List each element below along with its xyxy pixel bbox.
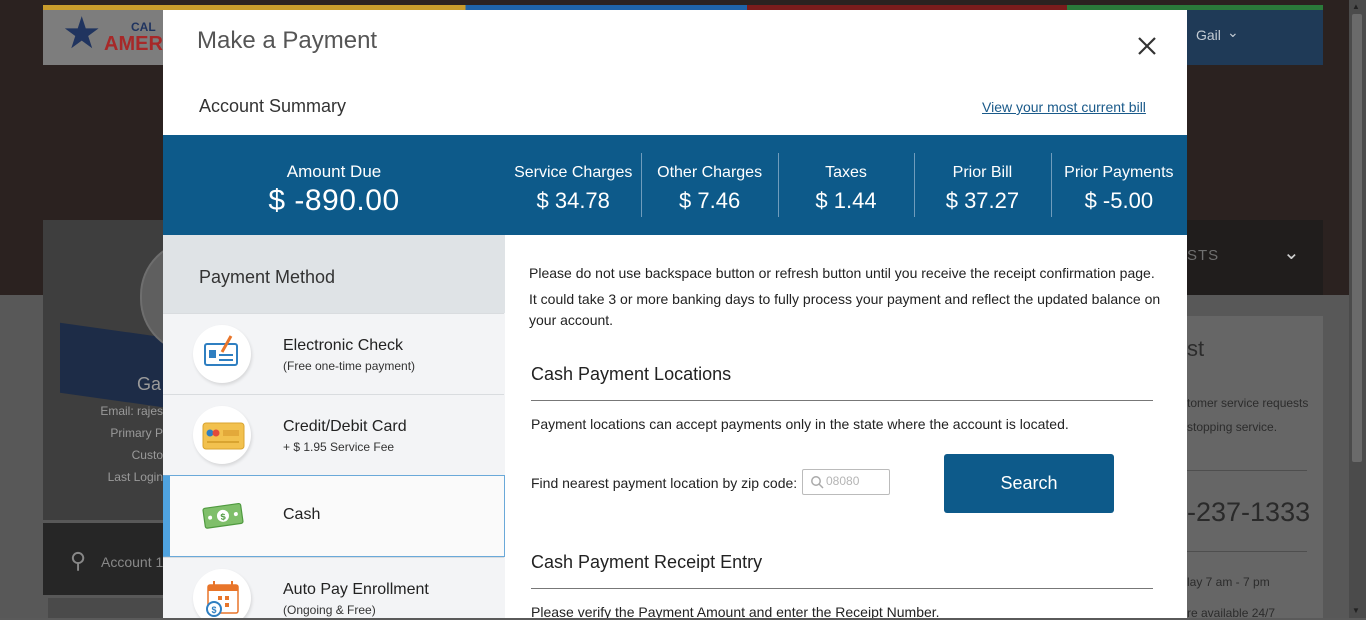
charge-value: $ 1.44 bbox=[815, 188, 877, 213]
scrollbar-thumb[interactable] bbox=[1352, 14, 1362, 462]
modal-title: Make a Payment bbox=[197, 27, 378, 54]
charge-value: $ -5.00 bbox=[1084, 188, 1154, 213]
notice-line: Please do not use backspace button or re… bbox=[529, 265, 1155, 281]
amount-due-value: $ -890.00 bbox=[268, 184, 400, 217]
contact-line-2: stopping service. bbox=[1187, 420, 1278, 434]
cash-icon: $ bbox=[193, 487, 251, 545]
charge-taxes: Taxes $ 1.44 bbox=[777, 135, 914, 235]
divider bbox=[1187, 551, 1307, 552]
contact-card-title: st bbox=[1187, 336, 1205, 361]
method-credit-card[interactable]: Credit/Debit Card + $ 1.95 Service Fee bbox=[163, 394, 504, 475]
zip-input[interactable] bbox=[826, 474, 886, 488]
amount-due-label: Amount Due bbox=[286, 162, 382, 181]
search-icon bbox=[811, 476, 824, 489]
check-icon bbox=[193, 325, 251, 383]
star-logo-icon: ★ bbox=[62, 9, 102, 58]
method-name: Electronic Check bbox=[283, 337, 404, 354]
chevron-down-icon[interactable]: ⌄ bbox=[1283, 240, 1300, 265]
calendar-icon: $ bbox=[193, 569, 251, 618]
charge-other: Other Charges $ 7.46 bbox=[641, 135, 777, 235]
method-name: Cash bbox=[283, 506, 321, 523]
charge-label: Prior Payments bbox=[1064, 164, 1174, 181]
view-bill-link[interactable]: View your most current bill bbox=[982, 99, 1146, 115]
svg-text:$: $ bbox=[211, 605, 216, 615]
charge-label: Prior Bill bbox=[952, 164, 1013, 181]
method-sub: + $ 1.95 Service Fee bbox=[283, 440, 395, 454]
zip-label: Find nearest payment location by zip cod… bbox=[531, 475, 798, 491]
active-indicator bbox=[163, 476, 170, 556]
close-icon[interactable] bbox=[1133, 32, 1161, 60]
profile-last-login: Last Login bbox=[107, 470, 163, 484]
method-autopay[interactable]: $ Auto Pay Enrollment (Ongoing & Free) bbox=[163, 557, 504, 618]
contact-phone[interactable]: -237-1333 bbox=[1187, 497, 1310, 528]
profile-customer: Custo bbox=[131, 448, 163, 462]
method-sub: (Ongoing & Free) bbox=[283, 603, 376, 617]
charge-value: $ 34.78 bbox=[536, 188, 610, 213]
logo-text-top: CAL bbox=[131, 20, 156, 34]
scroll-down-icon[interactable]: ▼ bbox=[1352, 606, 1360, 615]
charge-service: Service Charges $ 34.78 bbox=[505, 135, 641, 235]
right-tab-label: STS bbox=[1187, 247, 1220, 264]
charge-value: $ 7.46 bbox=[679, 188, 741, 213]
method-name: Credit/Debit Card bbox=[283, 418, 407, 435]
section-divider bbox=[531, 400, 1153, 401]
contact-line-1: tomer service requests bbox=[1187, 396, 1309, 410]
credit-card-icon bbox=[193, 406, 251, 464]
location-pin-icon: ⚲ bbox=[70, 548, 87, 573]
contact-card bbox=[1187, 316, 1323, 618]
profile-name: Ga bbox=[137, 374, 162, 394]
search-button[interactable]: Search bbox=[944, 454, 1114, 513]
section-divider bbox=[531, 588, 1153, 589]
charge-label: Service Charges bbox=[514, 164, 633, 181]
notice-line: It could take 3 or more banking days to … bbox=[529, 291, 1161, 328]
charge-label: Taxes bbox=[825, 164, 867, 181]
method-cash[interactable]: $ Cash bbox=[163, 475, 505, 557]
charges-summary: Service Charges $ 34.78 Other Charges $ … bbox=[505, 135, 1187, 235]
charge-label: Other Charges bbox=[657, 164, 763, 181]
method-electronic-check[interactable]: Electronic Check (Free one-time payment) bbox=[163, 313, 504, 394]
account-label: Account 1 bbox=[101, 554, 164, 570]
divider bbox=[1187, 470, 1307, 471]
charge-prior-payments: Prior Payments $ -5.00 bbox=[1050, 135, 1187, 235]
profile-email: Email: rajes bbox=[100, 404, 163, 418]
cash-payment-content: Please do not use backspace button or re… bbox=[505, 235, 1187, 618]
contact-hours: lay 7 am - 7 pm bbox=[1187, 575, 1270, 589]
chevron-down-icon[interactable]: ⌄ bbox=[1227, 24, 1239, 41]
close-button[interactable] bbox=[1133, 32, 1161, 60]
receipt-entry-text: Please verify the Payment Amount and ent… bbox=[531, 604, 940, 618]
charge-value: $ 37.27 bbox=[945, 188, 1020, 213]
payment-method-header: Payment Method bbox=[163, 235, 505, 313]
logo-text-main: AMERI bbox=[104, 33, 169, 55]
cash-locations-title: Cash Payment Locations bbox=[531, 364, 732, 384]
payment-method-title: Payment Method bbox=[199, 267, 336, 287]
payment-method-list: Payment Method Electronic Check (Free on… bbox=[163, 235, 505, 618]
user-menu-name[interactable]: Gail bbox=[1196, 27, 1221, 43]
amount-due-panel: Amount Due $ -890.00 bbox=[163, 135, 505, 235]
scroll-up-icon[interactable]: ▲ bbox=[1352, 2, 1360, 11]
cash-locations-text: Payment locations can accept payments on… bbox=[531, 416, 1069, 432]
account-row bbox=[48, 598, 163, 618]
payment-modal: Make a Payment Account Summary View your… bbox=[163, 10, 1187, 618]
method-sub: (Free one-time payment) bbox=[283, 359, 416, 373]
profile-primary: Primary P bbox=[110, 426, 163, 440]
payment-notice: Please do not use backspace button or re… bbox=[529, 263, 1169, 336]
account-summary-heading: Account Summary bbox=[199, 96, 347, 116]
method-name: Auto Pay Enrollment bbox=[283, 581, 429, 598]
zip-field[interactable] bbox=[802, 469, 890, 495]
charge-prior-bill: Prior Bill $ 37.27 bbox=[914, 135, 1050, 235]
receipt-entry-title: Cash Payment Receipt Entry bbox=[531, 552, 763, 572]
